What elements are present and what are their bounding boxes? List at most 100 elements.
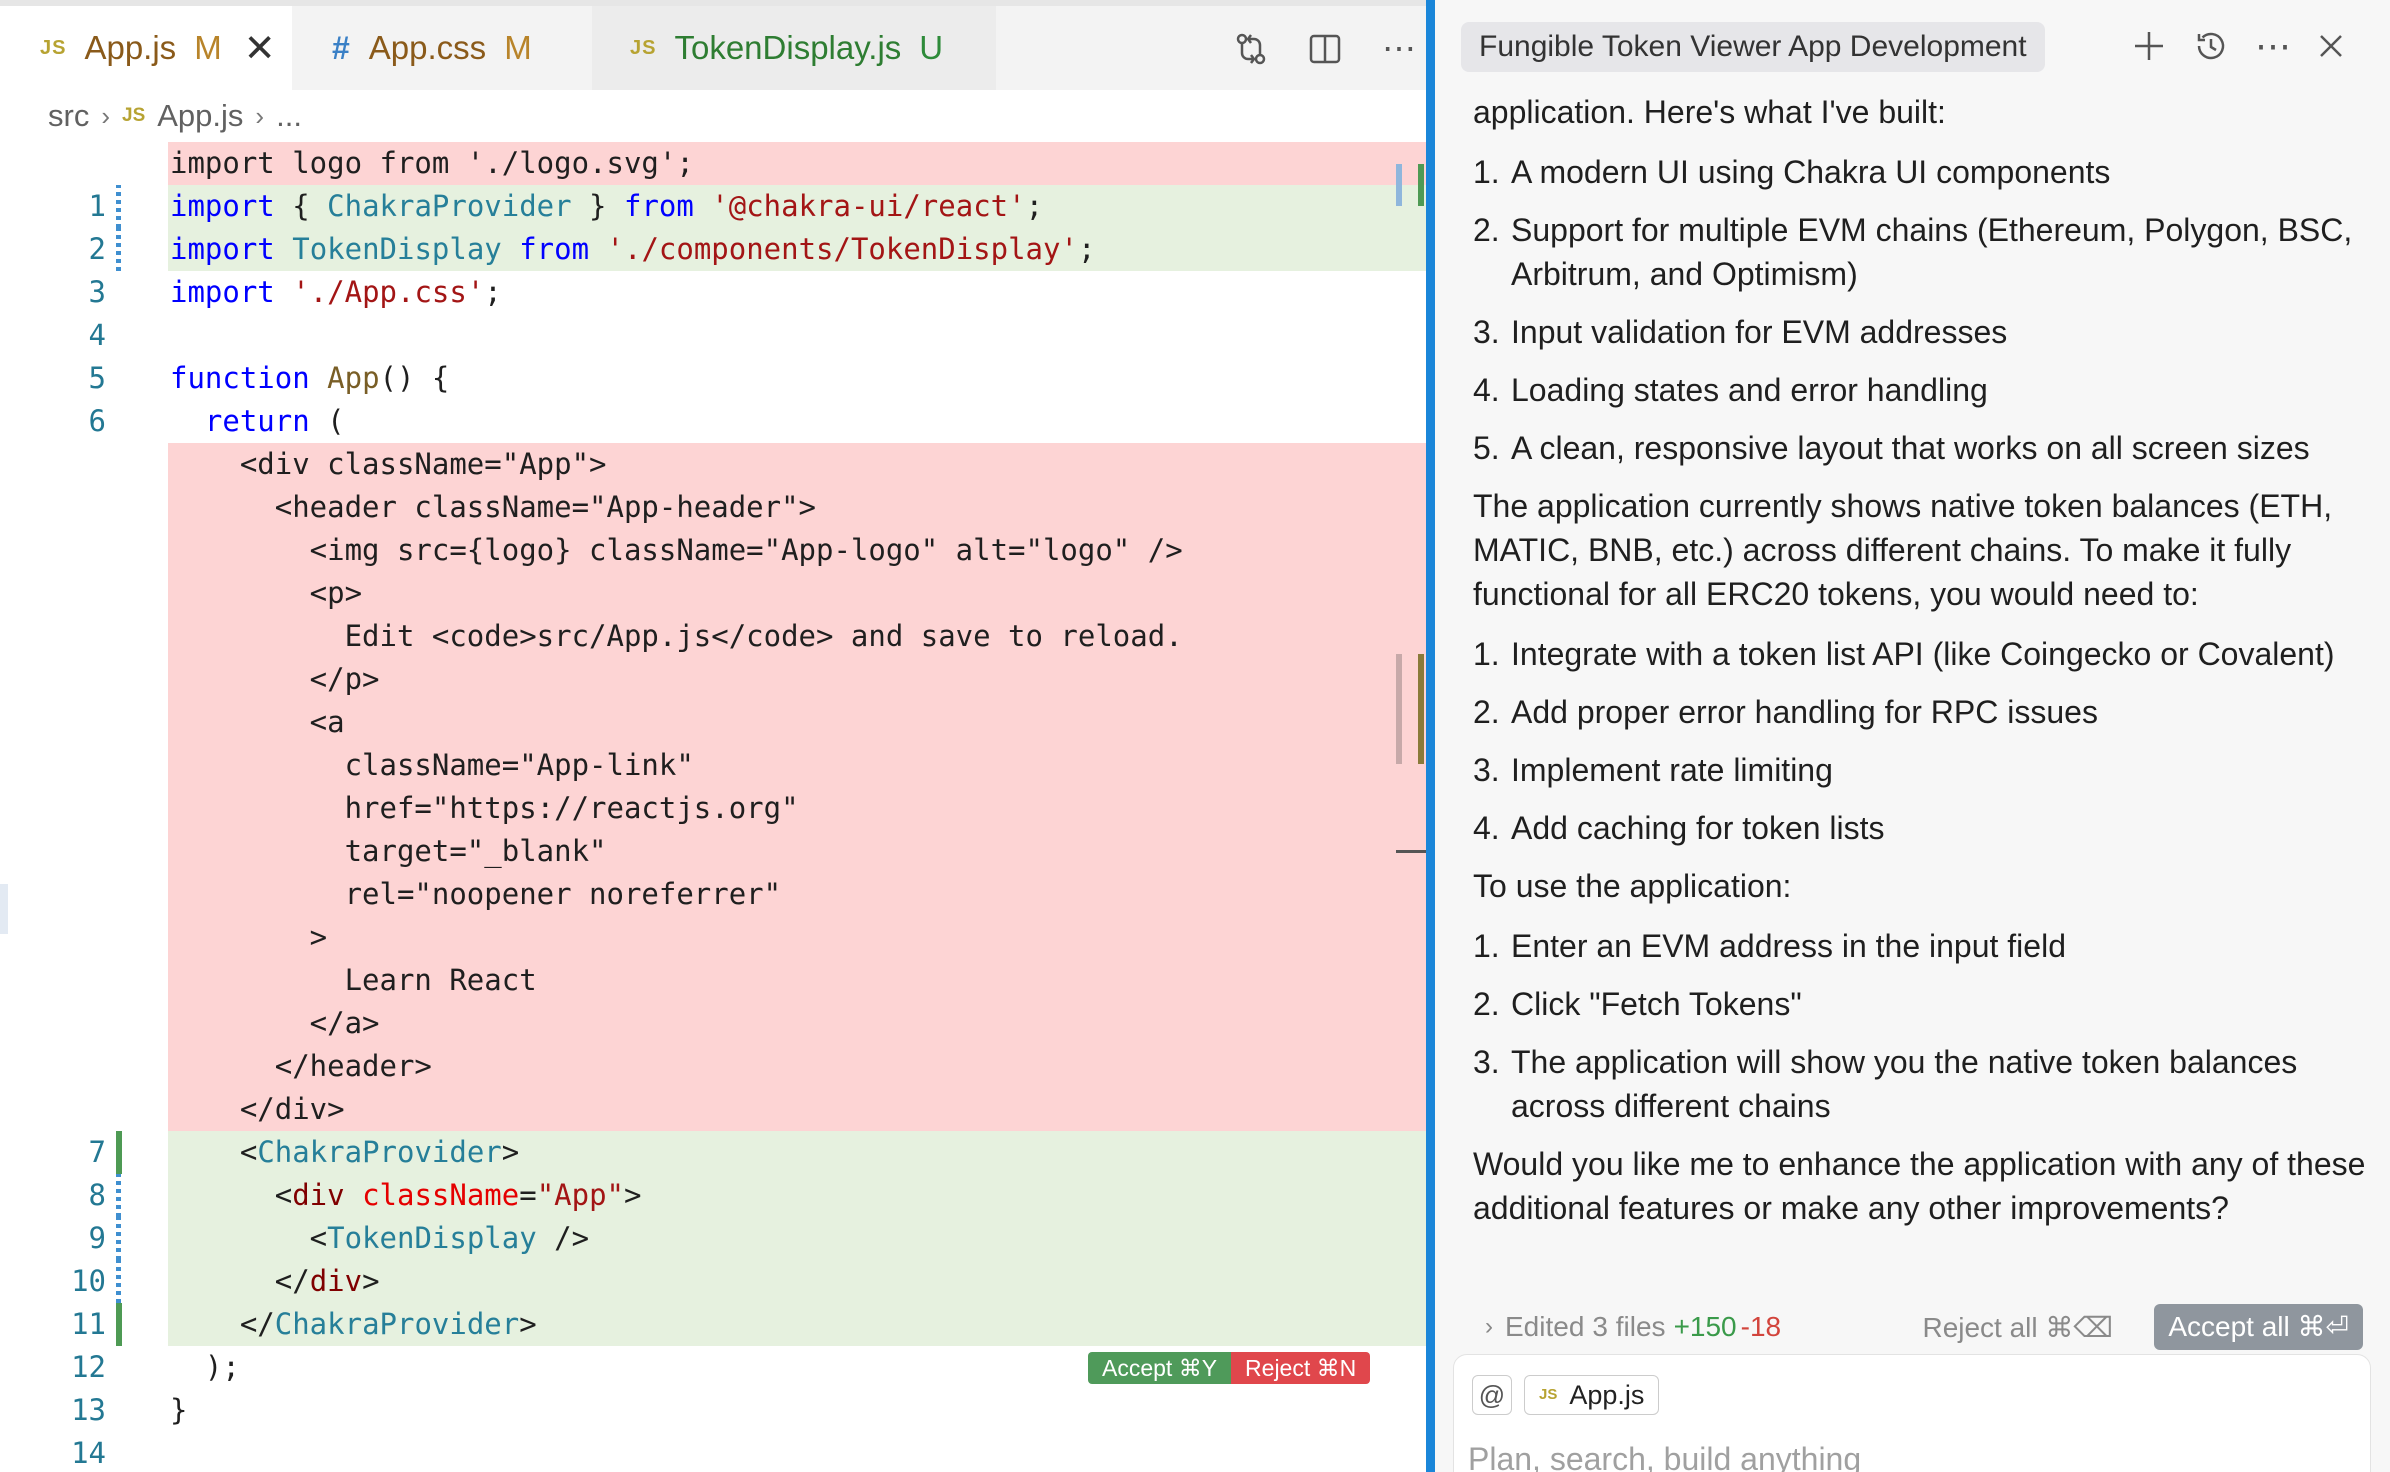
pane-divider[interactable] bbox=[1426, 0, 1435, 1472]
code-line[interactable]: 14 bbox=[0, 1432, 1426, 1472]
list-item: 3. Input validation for EVM addresses bbox=[1473, 310, 2373, 354]
close-tab-icon[interactable]: ✕ bbox=[244, 26, 276, 71]
gutter-change-marker[interactable] bbox=[116, 185, 121, 228]
deleted-code-line[interactable]: <img src={logo} className="App-logo" alt… bbox=[0, 529, 1426, 572]
breadcrumb-file[interactable]: App.js bbox=[157, 98, 243, 134]
code-line[interactable]: 13} bbox=[0, 1389, 1426, 1432]
gutter-change-marker[interactable] bbox=[116, 1217, 121, 1260]
deleted-code-line[interactable]: import logo from './logo.svg'; bbox=[0, 142, 1426, 185]
deleted-code-line[interactable]: </a> bbox=[0, 1002, 1426, 1045]
accept-change-button[interactable]: Accept ⌘Y bbox=[1088, 1352, 1232, 1384]
deleted-code-line[interactable]: href="https://reactjs.org" bbox=[0, 787, 1426, 830]
list-item: 1. A modern UI using Chakra UI components bbox=[1473, 150, 2373, 194]
deleted-code-line[interactable]: </p> bbox=[0, 658, 1426, 701]
code-text: rel="noopener noreferrer" bbox=[168, 873, 1426, 916]
code-line[interactable]: 5 function App() { bbox=[0, 357, 1426, 400]
code-text: </div> bbox=[168, 1088, 1426, 1131]
added-code-line[interactable]: 10 </div> bbox=[0, 1260, 1426, 1303]
history-icon[interactable] bbox=[2191, 26, 2231, 66]
breadcrumb-folder[interactable]: src bbox=[48, 98, 89, 134]
deleted-code-line[interactable]: </header> bbox=[0, 1045, 1426, 1088]
code-line[interactable]: 4 bbox=[0, 314, 1426, 357]
line-number: 12 bbox=[71, 1350, 106, 1384]
code-text: className="App-link" bbox=[168, 744, 1426, 787]
line-number: 6 bbox=[88, 404, 106, 438]
deleted-code-line[interactable]: target="_blank" bbox=[0, 830, 1426, 873]
gutter-change-marker[interactable] bbox=[116, 1174, 121, 1217]
deleted-code-line[interactable]: className="App-link" bbox=[0, 744, 1426, 787]
edited-label: Edited bbox=[1505, 1311, 1585, 1342]
deleted-code-line[interactable]: <header className="App-header"> bbox=[0, 486, 1426, 529]
edited-files-bar[interactable]: › Edited 3 files +150 -18 Reject all ⌘⌫ … bbox=[1469, 1300, 2363, 1354]
list-item-text: Add proper error handling for RPC issues bbox=[1511, 694, 2098, 730]
line-number: 5 bbox=[88, 361, 106, 395]
chat-input[interactable] bbox=[1468, 1437, 2348, 1472]
list-number: 5. bbox=[1473, 430, 1500, 466]
deleted-code-line[interactable]: <a bbox=[0, 701, 1426, 744]
added-code-line[interactable]: 7 <ChakraProvider> bbox=[0, 1131, 1426, 1174]
gutter-change-marker[interactable] bbox=[116, 1260, 121, 1303]
gutter-change-marker[interactable] bbox=[116, 1131, 122, 1174]
code-text: href="https://reactjs.org" bbox=[168, 787, 1426, 830]
close-chat-icon[interactable] bbox=[2311, 26, 2351, 66]
code-text: </header> bbox=[168, 1045, 1426, 1088]
compare-changes-icon[interactable] bbox=[1232, 30, 1270, 68]
context-file-chip[interactable]: JS App.js bbox=[1524, 1375, 1660, 1415]
mention-button[interactable]: @ bbox=[1472, 1375, 1512, 1415]
list-item: 4. Add caching for token lists bbox=[1473, 806, 2373, 850]
code-text: <img src={logo} className="App-logo" alt… bbox=[168, 529, 1426, 572]
list-item-text: Add caching for token lists bbox=[1511, 810, 1885, 846]
line-number: 7 bbox=[88, 1135, 106, 1169]
usage-steps-list: 1. Enter an EVM address in the input fiel… bbox=[1473, 924, 2373, 1128]
more-actions-icon[interactable]: ⋯ bbox=[1380, 30, 1418, 68]
code-text: <a bbox=[168, 701, 1426, 744]
code-line[interactable]: 6 return ( bbox=[0, 400, 1426, 443]
deleted-code-line[interactable]: </div> bbox=[0, 1088, 1426, 1131]
deleted-code-line[interactable]: Edit <code>src/App.js</code> and save to… bbox=[0, 615, 1426, 658]
scroll-position-indicator bbox=[1396, 850, 1426, 853]
gutter-change-marker[interactable] bbox=[116, 228, 121, 271]
code-text: <p> bbox=[168, 572, 1426, 615]
deleted-code-line[interactable]: rel="noopener noreferrer" bbox=[0, 873, 1426, 916]
list-number: 2. bbox=[1473, 986, 1500, 1022]
code-text: > bbox=[168, 916, 1426, 959]
reject-all-button[interactable]: Reject all ⌘⌫ bbox=[1922, 1311, 2113, 1344]
breadcrumb-more[interactable]: ... bbox=[276, 98, 302, 134]
list-item: 2. Add proper error handling for RPC issu… bbox=[1473, 690, 2373, 734]
deleted-code-line[interactable]: Learn React bbox=[0, 959, 1426, 1002]
chat-title[interactable]: Fungible Token Viewer App Development bbox=[1461, 22, 2045, 72]
line-number: 14 bbox=[71, 1436, 106, 1470]
added-code-line[interactable]: 1 import { ChakraProvider } from '@chakra… bbox=[0, 185, 1426, 228]
deleted-code-line[interactable]: <p> bbox=[0, 572, 1426, 615]
reject-change-button[interactable]: Reject ⌘N bbox=[1231, 1352, 1371, 1384]
chevron-right-icon[interactable]: › bbox=[1485, 1313, 1493, 1341]
editor-actions: ⋯ bbox=[1232, 30, 1418, 68]
code-line[interactable]: 3 import './App.css'; bbox=[0, 271, 1426, 314]
added-code-line[interactable]: 8 <div className="App"> bbox=[0, 1174, 1426, 1217]
gutter-change-marker[interactable] bbox=[116, 1303, 122, 1346]
tab-tokendisplay-js[interactable]: JS TokenDisplay.js U bbox=[592, 6, 996, 90]
list-item-text: A clean, responsive layout that works on… bbox=[1511, 430, 2310, 466]
list-number: 3. bbox=[1473, 314, 1500, 350]
deleted-code-line[interactable]: <div className="App"> bbox=[0, 443, 1426, 486]
accept-all-button[interactable]: Accept all ⌘⏎ bbox=[2154, 1304, 2363, 1350]
deleted-code-line[interactable]: > bbox=[0, 916, 1426, 959]
tab-app-js[interactable]: JS App.js M ✕ bbox=[0, 6, 292, 90]
sash bbox=[0, 884, 8, 934]
added-code-line[interactable]: 9 <TokenDisplay /> bbox=[0, 1217, 1426, 1260]
line-number: 1 bbox=[88, 189, 106, 223]
more-options-icon[interactable]: ⋯ bbox=[2253, 25, 2293, 66]
line-number: 9 bbox=[88, 1221, 106, 1255]
tab-app-css[interactable]: # App.css M bbox=[292, 6, 592, 90]
code-text: import TokenDisplay from './components/T… bbox=[168, 228, 1426, 271]
new-chat-icon[interactable] bbox=[2129, 26, 2169, 66]
scroll-marker bbox=[1396, 164, 1402, 206]
code-text: } bbox=[170, 1393, 188, 1427]
split-editor-icon[interactable] bbox=[1306, 30, 1344, 68]
added-code-line[interactable]: 11 </ChakraProvider> bbox=[0, 1303, 1426, 1346]
list-item-text: Implement rate limiting bbox=[1511, 752, 1833, 788]
assistant-message: application. Here's what I've built: 1. A… bbox=[1473, 90, 2373, 1246]
css-file-icon: # bbox=[332, 29, 351, 66]
added-code-line[interactable]: 2 import TokenDisplay from './components/… bbox=[0, 228, 1426, 271]
code-editor[interactable]: import logo from './logo.svg'; 1 import { … bbox=[0, 142, 1426, 1472]
